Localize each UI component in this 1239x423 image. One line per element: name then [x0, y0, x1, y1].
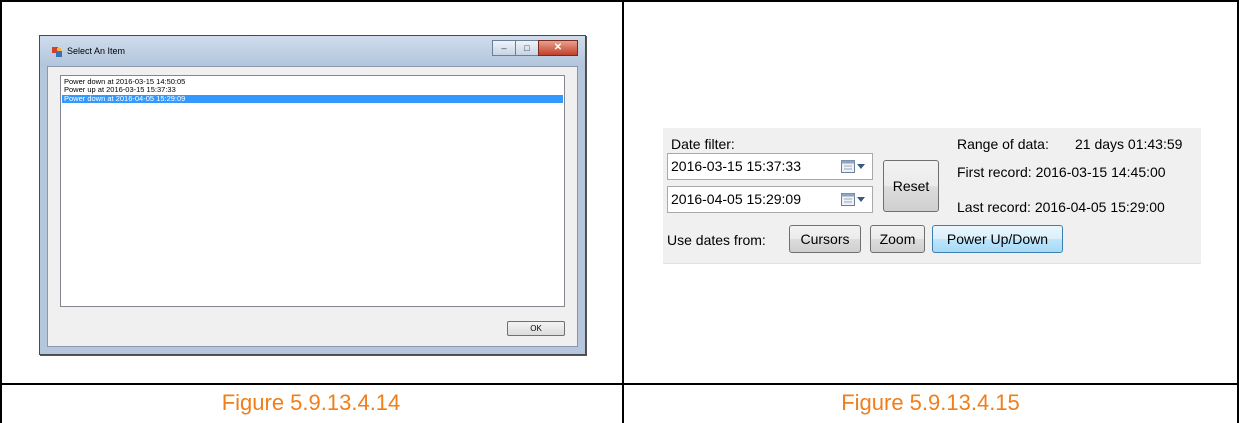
select-item-dialog: Select An Item – □ ✕ Power down at 2016-… [39, 35, 586, 355]
end-date-value[interactable]: 2016-04-05 15:29:09 [671, 191, 801, 207]
calendar-icon[interactable] [841, 193, 855, 206]
date-filter-label: Date filter: [671, 136, 735, 152]
minimize-button[interactable]: – [492, 40, 516, 56]
range-value: 21 days 01:43:59 [1075, 136, 1183, 152]
first-record-text: First record: 2016-03-15 14:45:00 [957, 164, 1166, 180]
minimize-icon: – [501, 42, 507, 53]
close-icon: ✕ [553, 42, 563, 53]
reset-button[interactable]: Reset [883, 160, 939, 212]
table-border-left [0, 0, 2, 423]
last-record-text: Last record: 2016-04-05 15:29:00 [957, 199, 1165, 215]
start-date-value[interactable]: 2016-03-15 15:37:33 [671, 158, 801, 174]
figure-caption-left: Figure 5.9.13.4.14 [221, 390, 401, 415]
list-item-selected[interactable]: Power down at 2016-04-05 15:29:09 [62, 94, 563, 104]
figure-caption-right: Figure 5.9.13.4.15 [841, 390, 1020, 415]
maximize-icon: □ [524, 42, 530, 53]
calendar-icon[interactable] [841, 160, 855, 173]
dialog-titlebar[interactable]: Select An Item – □ ✕ [40, 36, 585, 66]
end-date-picker[interactable]: 2016-04-05 15:29:09 [667, 186, 873, 213]
document-table: Select An Item – □ ✕ Power down at 2016-… [0, 0, 1239, 423]
maximize-button[interactable]: □ [515, 40, 539, 56]
cursors-button[interactable]: Cursors [789, 225, 861, 253]
dialog-title: Select An Item [67, 46, 126, 56]
close-button[interactable]: ✕ [538, 40, 578, 56]
ok-button[interactable]: OK [507, 321, 565, 336]
power-up-down-button[interactable]: Power Up/Down [932, 225, 1063, 253]
use-dates-label: Use dates from: [667, 232, 766, 248]
zoom-button[interactable]: Zoom [870, 225, 925, 253]
date-filter-panel: Date filter: 2016-03-15 15:37:33 2016-04… [663, 128, 1201, 264]
app-window-icon [52, 47, 62, 57]
table-border-top [0, 0, 1239, 2]
start-date-picker[interactable]: 2016-03-15 15:37:33 [667, 153, 873, 180]
chevron-down-icon[interactable] [857, 197, 865, 202]
item-listbox[interactable]: Power down at 2016-03-15 14:50:05 Power … [60, 75, 565, 307]
dialog-client-area: Power down at 2016-03-15 14:50:05 Power … [47, 66, 578, 347]
window-controls: – □ ✕ [492, 40, 578, 57]
range-label: Range of data: [957, 136, 1049, 152]
chevron-down-icon[interactable] [857, 164, 865, 169]
table-border-row [0, 383, 1239, 385]
table-border-middle [622, 0, 624, 423]
